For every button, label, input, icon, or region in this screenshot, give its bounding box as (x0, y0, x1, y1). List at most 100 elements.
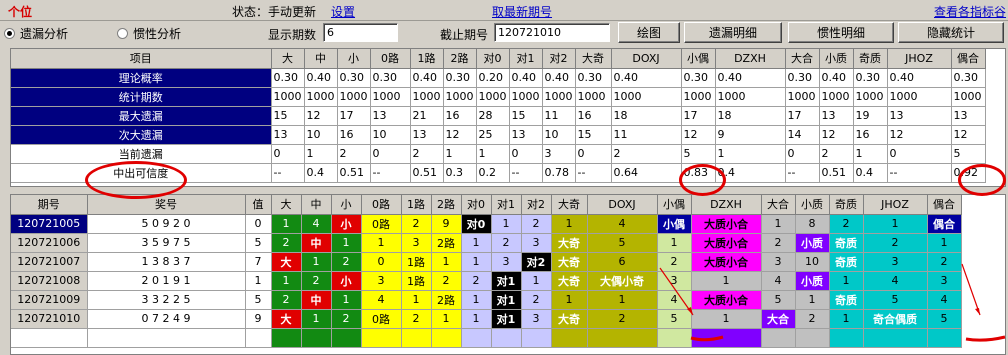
draw-cell: 2路 (431, 290, 462, 310)
draw-cell: 2 (829, 214, 864, 234)
stats-cell: 0.40 (410, 68, 444, 88)
stats-row-label: 当前遗漏 (11, 144, 272, 164)
stats-cell: 0.30 (785, 68, 820, 88)
column-header: 小 (331, 195, 362, 215)
draw-row[interactable]: 120721010 0 7 2 4 9 9 大 1 2 0路 2 1 1 对1 3 大奇 2 5 1 大合 2 1 奇… (11, 309, 962, 329)
draw-cell: 1路 (401, 252, 432, 272)
cutoff-input[interactable] (494, 23, 610, 42)
draw-cell: 3 (491, 252, 522, 272)
number-header: 奖号 (87, 195, 246, 215)
draw-cell: 2 (331, 252, 362, 272)
draw-cell: 中 (301, 290, 332, 310)
draw-cell: 1 (461, 233, 492, 253)
draw-cell: 4 (863, 271, 928, 291)
stats-cell: 0.4 (715, 163, 786, 183)
draw-cell: 0路 (361, 309, 402, 329)
draw-cell: 5 (657, 309, 692, 329)
value-cell: 9 (245, 309, 272, 329)
draw-cell: 4 (927, 290, 962, 310)
stats-cell: 0.30 (271, 68, 305, 88)
stats-cell: 1000 (575, 87, 612, 107)
draw-cell: 1 (829, 271, 864, 291)
column-header: 大合 (785, 49, 820, 69)
settings-link[interactable]: 设置 (331, 3, 355, 20)
view-index-link[interactable]: 查看各指标谷 (934, 3, 1006, 20)
draw-cell: 大 (271, 252, 302, 272)
stats-cell: 1000 (476, 87, 510, 107)
draw-cell: 2 (431, 271, 462, 291)
draw-cell: 0路 (361, 214, 402, 234)
draw-cell-empty (587, 328, 658, 348)
stats-cell: 10 (542, 125, 576, 145)
draw-cell: 0 (361, 252, 402, 272)
window-title: 个位 (8, 5, 33, 19)
draw-cell: 1 (521, 271, 552, 291)
draw-cell: 偶合 (927, 214, 962, 234)
plot-button[interactable]: 绘图 (618, 22, 680, 43)
radio-omission-analysis[interactable]: 遗漏分析 (4, 25, 68, 42)
draw-cell: 2 (761, 233, 796, 253)
cutoff-label: 截止期号 (440, 28, 489, 42)
stats-cell: 19 (853, 106, 888, 126)
stats-cell: 1 (304, 144, 338, 164)
stats-cell: 13 (410, 125, 444, 145)
stats-cell: 10 (304, 125, 338, 145)
column-header: 大奇 (575, 49, 612, 69)
draw-cell: 大奇 (551, 271, 588, 291)
stats-cell: -- (575, 163, 612, 183)
stats-cell: 0.40 (304, 68, 338, 88)
stats-cell: 1 (853, 144, 888, 164)
stats-cell: 18 (611, 106, 682, 126)
radio-inertia-analysis[interactable]: 惯性分析 (117, 25, 181, 42)
stats-cell: 11 (611, 125, 682, 145)
column-header: 偶合 (951, 49, 986, 69)
stats-cell: 0.20 (476, 68, 510, 88)
stats-cell: 0.51 (337, 163, 371, 183)
stats-cell: 13 (951, 106, 986, 126)
stats-cell: 0.40 (887, 68, 952, 88)
draw-cell: 1 (461, 309, 492, 329)
column-header: 0路 (361, 195, 402, 215)
column-header: DZXH (691, 195, 762, 215)
draw-row[interactable]: 120721008 2 0 1 9 1 1 1 2 小 3 1路 2 2 对1 1 大奇 大偶小奇 3 1 4 小… (11, 271, 962, 291)
draw-cell: 1 (927, 233, 962, 253)
stats-cell: 5 (681, 144, 716, 164)
fetch-latest-link[interactable]: 取最新期号 (492, 3, 552, 20)
draw-row[interactable]: 120721009 3 3 2 2 5 5 2 中 1 4 1 2路 1 对1 2 1 1 4 大质小合 5 1 奇… (11, 290, 962, 310)
column-header: 对1 (509, 49, 543, 69)
draw-cell: 2 (301, 271, 332, 291)
number-cell: 3 3 2 2 5 (87, 290, 246, 310)
draw-cell: 2 (521, 214, 552, 234)
draw-row[interactable]: 120721005 5 0 9 2 0 0 1 4 小 0路 2 9 对0 1 2 1 4 小偶 大质小合 1 8… (11, 214, 962, 234)
draw-cell: 小 (331, 214, 362, 234)
omission-detail-button[interactable]: 遗漏明细 (684, 22, 782, 43)
stats-cell: 15 (271, 106, 305, 126)
draw-cell-empty (795, 328, 830, 348)
radio-unselected-icon (117, 28, 128, 39)
draw-cell: 5 (927, 309, 962, 329)
draw-cell: 3 (927, 271, 962, 291)
inertia-detail-button[interactable]: 惯性明细 (788, 22, 894, 43)
periods-input[interactable] (323, 23, 398, 42)
stats-cell: 13 (887, 106, 952, 126)
stats-cell: 1000 (715, 87, 786, 107)
stats-cell: 2 (819, 144, 854, 164)
draw-cell: 2 (795, 309, 830, 329)
draw-cell: 2 (587, 309, 658, 329)
stats-cell: 0.40 (542, 68, 576, 88)
draw-row[interactable]: 120721007 1 3 8 3 7 7 大 1 2 0 1路 1 1 3 对2 大奇 6 2 大质小合 3 1… (11, 252, 962, 272)
draw-table: 期号 奖号值大中小 0路 1路 2路 对0 对1 对2 大奇 DOXJ 小偶 DZXH 大合 小质 奇质 JH… (11, 195, 962, 348)
column-header: DZXH (715, 49, 786, 69)
hide-stats-button[interactable]: 隐藏统计 (898, 22, 1004, 43)
draw-cell-empty (829, 328, 864, 348)
stats-cell: 1000 (681, 87, 716, 107)
stats-cell: 0.3 (443, 163, 477, 183)
draw-cell: 小偶 (657, 214, 692, 234)
stats-cell: 12 (681, 125, 716, 145)
draw-cell: 3 (361, 271, 402, 291)
stats-cell: 25 (476, 125, 510, 145)
draw-cell: 奇合偶质 (863, 309, 928, 329)
draw-row[interactable]: 120721006 3 5 9 7 5 5 2 中 1 1 3 2路 1 2 3 大奇 5 1 大质小合 2 小质… (11, 233, 962, 253)
period-header: 期号 (11, 195, 88, 215)
draw-cell: 1 (551, 290, 588, 310)
